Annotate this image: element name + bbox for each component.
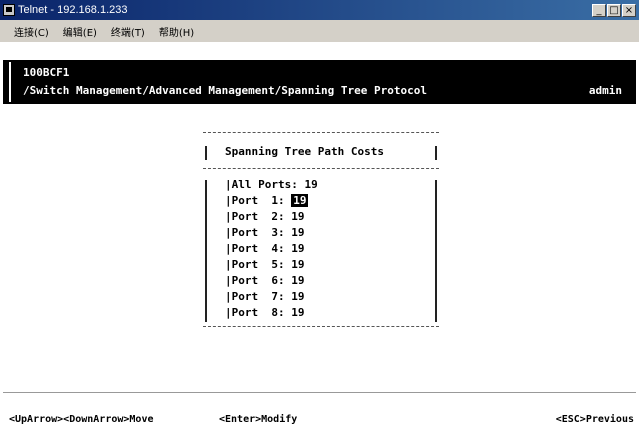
menu-help[interactable]: 帮助(H) <box>159 24 194 39</box>
port-value-selected[interactable]: 19 <box>291 194 309 207</box>
window-title-bar[interactable]: Telnet - 192.168.1.233 _ □ × <box>0 0 639 20</box>
menu-terminal[interactable]: 终端(T) <box>111 24 145 39</box>
port-value[interactable]: 19 <box>291 258 304 271</box>
frame-line <box>435 146 437 160</box>
port-row[interactable]: |Port 3: 19 <box>225 226 304 239</box>
terminal-screen[interactable]: 100BCF1 /Switch Management/Advanced Mana… <box>3 42 636 440</box>
header-divider <box>9 62 11 102</box>
footer-divider <box>3 392 636 394</box>
telnet-app-icon <box>3 4 15 16</box>
frame-line <box>435 180 437 322</box>
user-name: admin <box>588 84 622 97</box>
port-value[interactable]: 19 <box>291 274 304 287</box>
all-ports-value[interactable]: 19 <box>304 178 317 191</box>
minimize-button[interactable]: _ <box>592 3 606 17</box>
menu-bar: 连接(C) 编辑(E) 终端(T) 帮助(H) <box>0 20 639 42</box>
port-label: Port 7: <box>231 290 285 303</box>
port-value[interactable]: 19 <box>291 226 304 239</box>
port-label: Port 8: <box>231 306 285 319</box>
port-row[interactable]: |Port 6: 19 <box>225 274 304 287</box>
port-label: Port 3: <box>231 226 285 239</box>
all-ports-row[interactable]: |All Ports: 19 <box>225 178 318 191</box>
port-label: Port 6: <box>231 274 285 287</box>
port-value[interactable]: 19 <box>291 210 304 223</box>
close-button[interactable]: × <box>622 3 636 17</box>
port-row[interactable]: |Port 1: 19 <box>225 194 309 207</box>
enter-hint: <Enter>Modify <box>219 414 298 425</box>
port-row[interactable]: |Port 4: 19 <box>225 242 304 255</box>
port-label: Port 4: <box>231 242 285 255</box>
menu-path: /Switch Management/Advanced Management/S… <box>23 84 427 97</box>
port-row[interactable]: |Port 7: 19 <box>225 290 304 303</box>
terminal-header: 100BCF1 /Switch Management/Advanced Mana… <box>3 60 636 104</box>
port-label: Port 2: <box>231 210 285 223</box>
frame-line <box>205 146 207 160</box>
dialog-title: Spanning Tree Path Costs <box>225 145 384 158</box>
window-title: Telnet - 192.168.1.233 <box>18 4 128 16</box>
menu-edit[interactable]: 编辑(E) <box>63 24 97 39</box>
nav-hint: <UpArrow><DownArrow>Move <box>9 414 154 425</box>
device-name: 100BCF1 <box>23 66 70 79</box>
port-label: Port 1: <box>231 194 285 207</box>
port-value[interactable]: 19 <box>291 290 304 303</box>
port-row[interactable]: |Port 8: 19 <box>225 306 304 319</box>
port-value[interactable]: 19 <box>291 242 304 255</box>
port-value[interactable]: 19 <box>291 306 304 319</box>
esc-hint: <ESC>Previous <box>555 414 634 425</box>
port-row[interactable]: |Port 5: 19 <box>225 258 304 271</box>
menu-connect[interactable]: 连接(C) <box>14 24 49 39</box>
maximize-button[interactable]: □ <box>607 3 621 17</box>
port-row[interactable]: |Port 2: 19 <box>225 210 304 223</box>
all-ports-label: All Ports: <box>231 178 298 191</box>
frame-line <box>205 180 207 322</box>
port-label: Port 5: <box>231 258 285 271</box>
